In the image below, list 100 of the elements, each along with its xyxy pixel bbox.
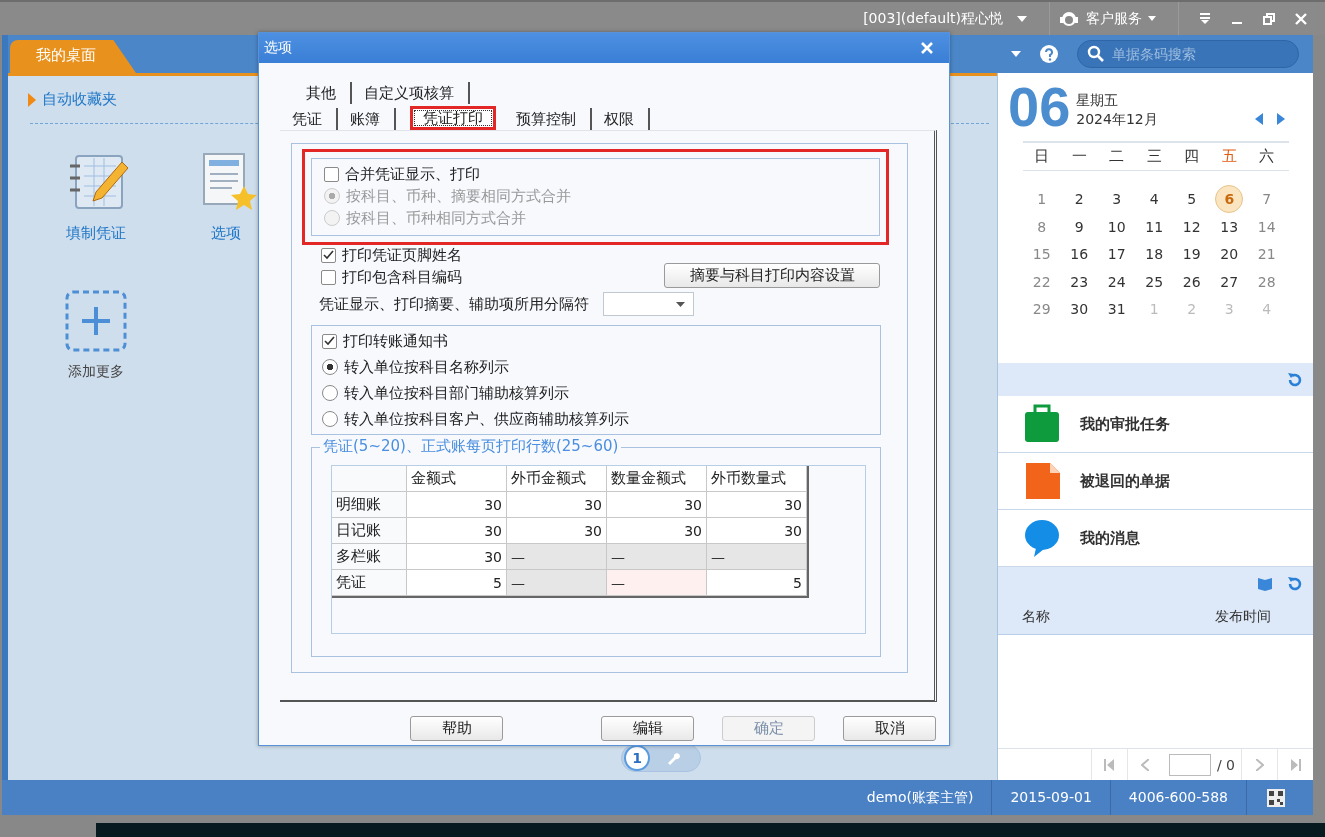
table-cell[interactable]: 30 — [507, 518, 607, 544]
restore-icon[interactable] — [1263, 12, 1275, 25]
speech-bubble-icon — [1024, 518, 1060, 558]
page-button[interactable]: 1 — [626, 747, 648, 769]
calendar-day[interactable]: 4 — [1140, 185, 1169, 213]
checkbox[interactable] — [321, 247, 336, 263]
radio-button[interactable] — [322, 411, 338, 427]
table-cell[interactable]: 30 — [407, 544, 507, 570]
option-label: 合并凭证显示、打印 — [345, 164, 480, 184]
table-cell[interactable]: 5 — [407, 570, 507, 596]
calendar-day[interactable]: 10 — [1102, 212, 1131, 241]
calendar-day[interactable]: 5 — [1177, 185, 1206, 213]
calendar-day[interactable]: 20 — [1215, 240, 1244, 268]
calendar-day[interactable]: 28 — [1252, 267, 1281, 296]
tab[interactable]: 凭证 — [280, 108, 338, 130]
calendar-day[interactable]: 11 — [1140, 212, 1169, 241]
checkbox[interactable] — [324, 166, 339, 182]
shortcut-label[interactable]: 填制凭证 — [65, 224, 126, 243]
option-label: 按科目、币种相同方式合并 — [346, 208, 526, 228]
table-cell[interactable]: 30 — [607, 518, 707, 544]
add-icon[interactable] — [63, 289, 128, 353]
refresh-icon[interactable] — [1287, 575, 1303, 592]
calendar-day[interactable]: 1 — [1027, 185, 1056, 213]
page-field[interactable] — [1168, 753, 1211, 776]
calendar-day[interactable]: 9 — [1065, 212, 1094, 241]
calendar-day[interactable]: 19 — [1177, 240, 1206, 268]
calendar-day[interactable]: 24 — [1102, 267, 1131, 296]
calendar-day[interactable]: 7 — [1252, 185, 1281, 213]
table-cell: — — [607, 544, 707, 570]
caret-icon[interactable] — [1017, 15, 1027, 22]
calendar-day[interactable]: 21 — [1252, 240, 1281, 268]
shortcut-label[interactable]: 选项 — [210, 224, 241, 243]
tab[interactable]: 账簿 — [338, 108, 396, 130]
task-link[interactable]: 我的消息 — [1080, 528, 1140, 548]
table-cell: — — [607, 570, 707, 596]
task-link[interactable]: 被退回的单据 — [1080, 471, 1170, 491]
table-cell[interactable]: 30 — [707, 518, 807, 544]
group-legend: 凭证(5~20)、正式账每页打印行数(25~60) — [320, 437, 622, 456]
calendar-day[interactable]: 16 — [1065, 240, 1094, 268]
briefcase-icon — [1024, 404, 1060, 444]
calendar-day[interactable]: 29 — [1027, 295, 1056, 323]
weekday-header: 五 — [1220, 147, 1238, 166]
calendar-day[interactable]: 30 — [1065, 295, 1094, 323]
checkbox[interactable] — [321, 269, 336, 285]
radio-button[interactable] — [322, 359, 338, 375]
close-icon[interactable] — [1295, 12, 1307, 25]
settings-button[interactable]: 摘要与科目打印内容设置 — [664, 263, 880, 288]
weekday-header: 二 — [1108, 147, 1126, 166]
weekday-header: 日 — [1033, 147, 1051, 166]
tab[interactable]: 其他 — [294, 82, 352, 104]
menu-icon[interactable] — [1199, 12, 1211, 25]
previous-icon[interactable] — [1255, 113, 1263, 125]
calendar-day[interactable]: 27 — [1215, 267, 1244, 296]
dialog-button[interactable]: 编辑 — [601, 716, 694, 741]
tab[interactable]: 自定义项核算 — [352, 82, 470, 104]
table-cell[interactable]: 30 — [607, 492, 707, 518]
tab[interactable]: 凭证打印 — [410, 106, 496, 130]
search-field[interactable]: 单据条码搜索 — [1077, 40, 1299, 68]
calendar-day[interactable]: 18 — [1140, 240, 1169, 268]
shortcut-label[interactable]: 添加更多 — [67, 363, 124, 381]
weekday-label: 星期五 — [1076, 91, 1120, 110]
column-header: 名称 — [1022, 608, 1050, 626]
document-icon — [1024, 461, 1060, 501]
table-cell[interactable]: 30 — [707, 492, 807, 518]
favorites-heading[interactable]: 自动收藏夹 — [42, 90, 117, 109]
calendar-day[interactable]: 15 — [1027, 240, 1056, 268]
book-icon[interactable] — [1257, 576, 1273, 591]
calendar-day[interactable]: 3 — [1102, 185, 1131, 213]
refresh-icon[interactable] — [1287, 371, 1303, 388]
calendar-day[interactable]: 14 — [1252, 212, 1281, 241]
dialog-button[interactable]: 取消 — [843, 716, 936, 741]
tab[interactable]: 权限 — [592, 108, 650, 130]
calendar-day[interactable]: 22 — [1027, 267, 1056, 296]
calendar-day[interactable]: 8 — [1027, 212, 1056, 241]
calendar-day[interactable]: 26 — [1177, 267, 1206, 296]
close-icon[interactable] — [921, 42, 933, 54]
calendar-day[interactable]: 23 — [1065, 267, 1094, 296]
calendar-day[interactable]: 25 — [1140, 267, 1169, 296]
calendar-day[interactable]: 12 — [1177, 212, 1206, 241]
next-icon[interactable] — [1277, 113, 1285, 125]
option-label: 打印包含科目编码 — [342, 267, 462, 287]
option-label: 打印转账通知书 — [343, 331, 448, 351]
calendar-day[interactable]: 2 — [1065, 185, 1094, 213]
table-cell[interactable]: 5 — [707, 570, 807, 596]
triangle-icon — [28, 92, 36, 107]
table-cell[interactable]: 30 — [407, 492, 507, 518]
table-cell[interactable]: 30 — [507, 492, 607, 518]
help-icon[interactable] — [1039, 44, 1059, 64]
calendar-day[interactable]: 17 — [1102, 240, 1131, 268]
qr-code-icon[interactable] — [1267, 788, 1285, 807]
task-link[interactable]: 我的审批任务 — [1080, 414, 1170, 434]
dialog-button[interactable]: 帮助 — [410, 716, 503, 741]
table-cell[interactable]: 30 — [407, 518, 507, 544]
calendar-day[interactable]: 31 — [1102, 295, 1131, 323]
caret-icon[interactable] — [1011, 51, 1021, 57]
option-label: 转入单位按科目部门辅助核算列示 — [344, 383, 569, 403]
calendar-day[interactable]: 13 — [1215, 212, 1244, 241]
checkbox[interactable] — [322, 333, 337, 349]
radio-button[interactable] — [322, 385, 338, 401]
tab[interactable]: 预算控制 — [504, 108, 592, 130]
